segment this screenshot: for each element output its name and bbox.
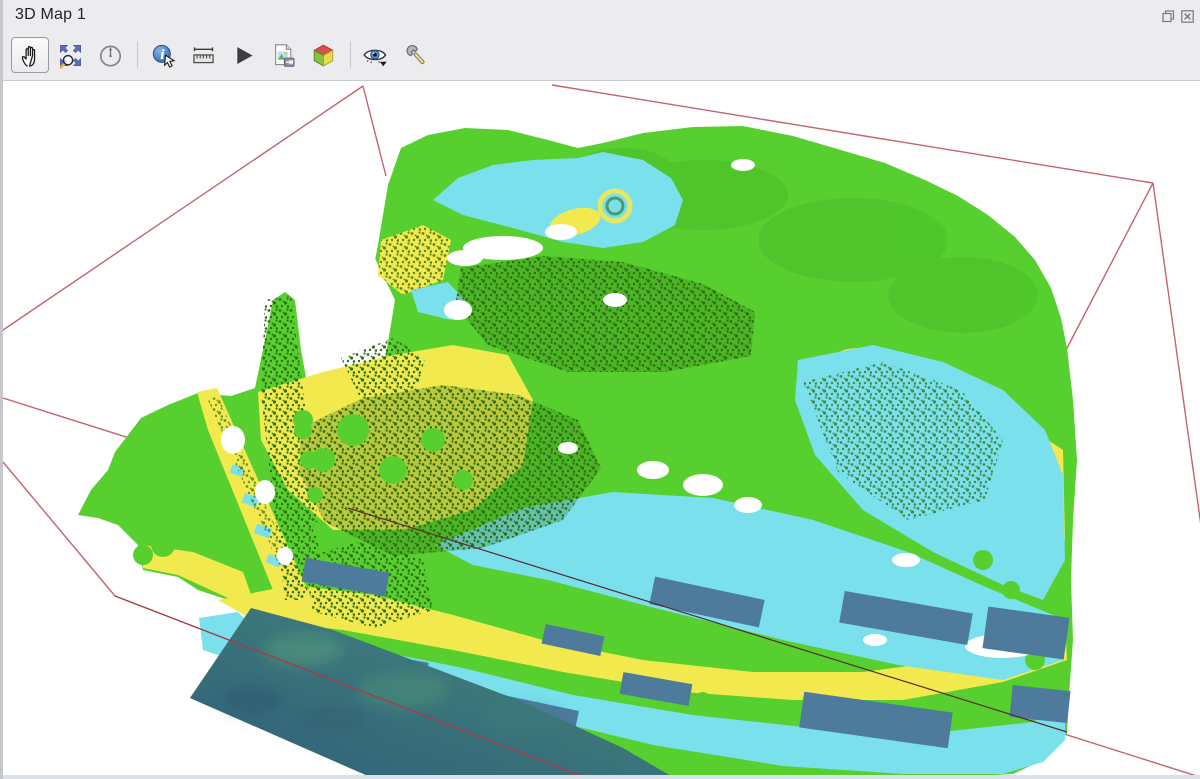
navigation-button[interactable] (91, 37, 129, 73)
view-theme-button[interactable] (357, 37, 395, 73)
identify-button[interactable]: i (144, 37, 182, 73)
identify-icon: i (150, 42, 177, 69)
float-window-button[interactable] (1161, 9, 1175, 23)
titlebar: 3D Map 1 (3, 0, 1200, 30)
play-animation-button[interactable] (224, 37, 262, 73)
measure-line-icon (190, 42, 217, 69)
measure-line-button[interactable] (184, 37, 222, 73)
save-image-button[interactable] (264, 37, 302, 73)
play-animation-icon (230, 42, 257, 69)
save-image-icon (270, 42, 297, 69)
3d-viewport[interactable] (3, 81, 1200, 775)
toolbar-separator (137, 42, 138, 68)
navigation-icon (97, 42, 124, 69)
zoom-full-icon (57, 42, 84, 69)
window-controls (1161, 9, 1194, 23)
export-scene-button[interactable] (304, 37, 342, 73)
camera-control-icon (17, 42, 44, 69)
close-window-button[interactable] (1180, 9, 1194, 23)
3d-map-window: { "window": { "title": "3D Map 1", "cont… (0, 0, 1200, 779)
3d-map-toolbar: i (3, 30, 1200, 81)
svg-text:i: i (160, 47, 165, 62)
window-bottom-edge (3, 775, 1200, 779)
zoom-full-button[interactable] (51, 37, 89, 73)
float-icon (1162, 10, 1175, 23)
configure-button[interactable] (397, 37, 435, 73)
3d-scene (3, 81, 1200, 775)
export-scene-icon (310, 42, 337, 69)
configure-icon (403, 42, 430, 69)
toolbar-separator (350, 42, 351, 68)
camera-control-button[interactable] (11, 37, 49, 73)
close-icon (1181, 10, 1194, 23)
window-title: 3D Map 1 (15, 6, 86, 24)
view-theme-icon (361, 42, 391, 69)
